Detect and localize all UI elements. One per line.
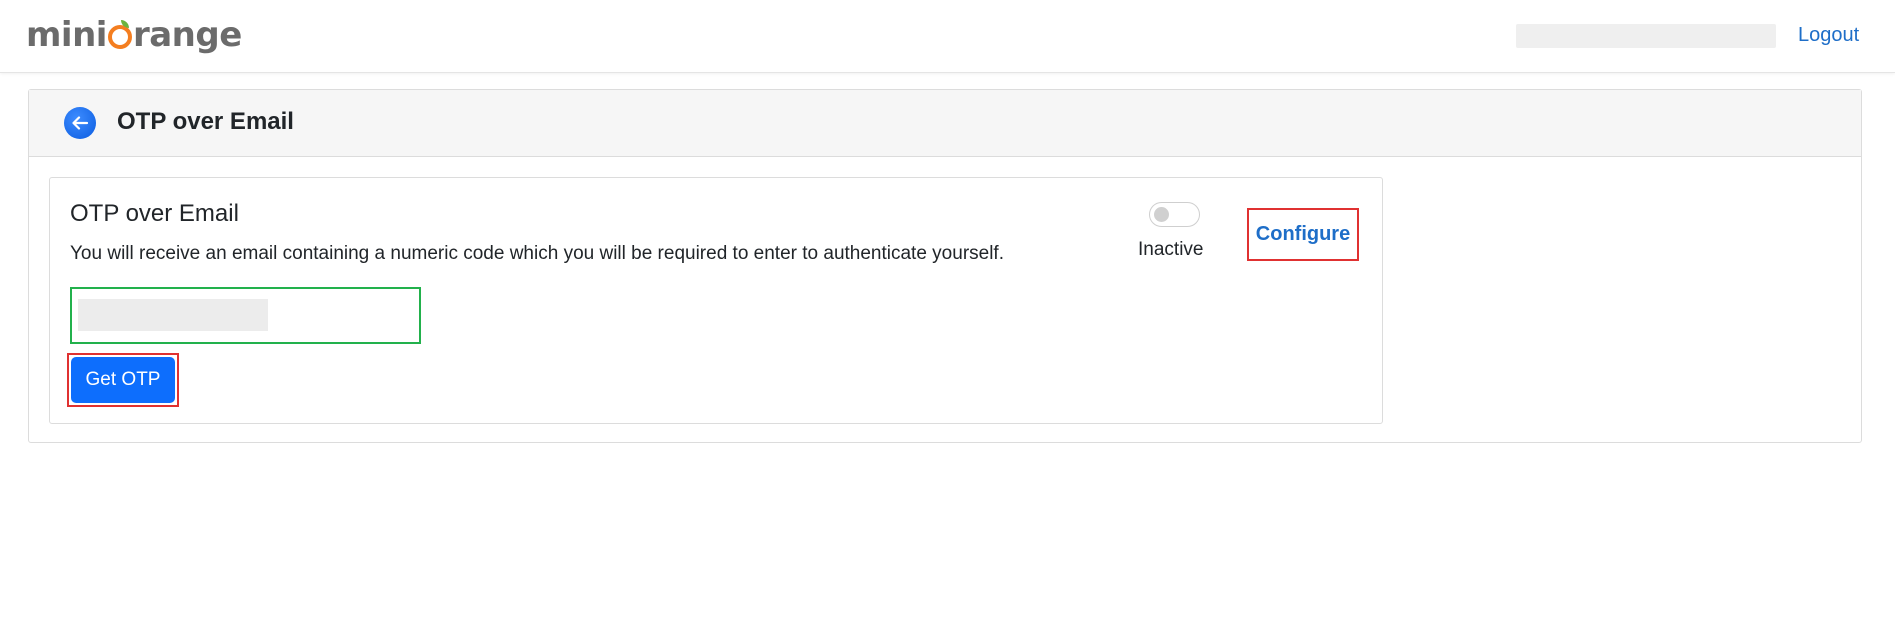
back-button[interactable] — [64, 107, 96, 139]
arrow-left-icon — [72, 116, 89, 130]
method-page-card: OTP over Email OTP over Email You will r… — [28, 89, 1862, 443]
email-input[interactable] — [70, 287, 421, 344]
status-label: Inactive — [1138, 239, 1204, 260]
otp-email-method-card: OTP over Email You will receive an email… — [49, 177, 1383, 424]
get-otp-button[interactable]: Get OTP — [71, 357, 175, 403]
configure-link[interactable]: Configure — [1247, 208, 1359, 261]
toggle-knob — [1154, 207, 1169, 222]
top-navbar: mini range Logout — [0, 0, 1895, 73]
method-status-toggle[interactable] — [1149, 202, 1200, 227]
page-title: OTP over Email — [117, 108, 294, 135]
miniorange-logo[interactable]: mini range — [26, 14, 242, 56]
logo-text-range: range — [132, 15, 242, 55]
username-redacted — [1516, 24, 1776, 48]
orange-o-logo-icon — [107, 20, 132, 49]
logo-text-mini: mini — [26, 15, 107, 55]
method-description: You will receive an email containing a n… — [70, 243, 1004, 264]
logout-link[interactable]: Logout — [1798, 24, 1859, 47]
method-title: OTP over Email — [70, 200, 239, 227]
method-page-header: OTP over Email — [29, 90, 1861, 157]
